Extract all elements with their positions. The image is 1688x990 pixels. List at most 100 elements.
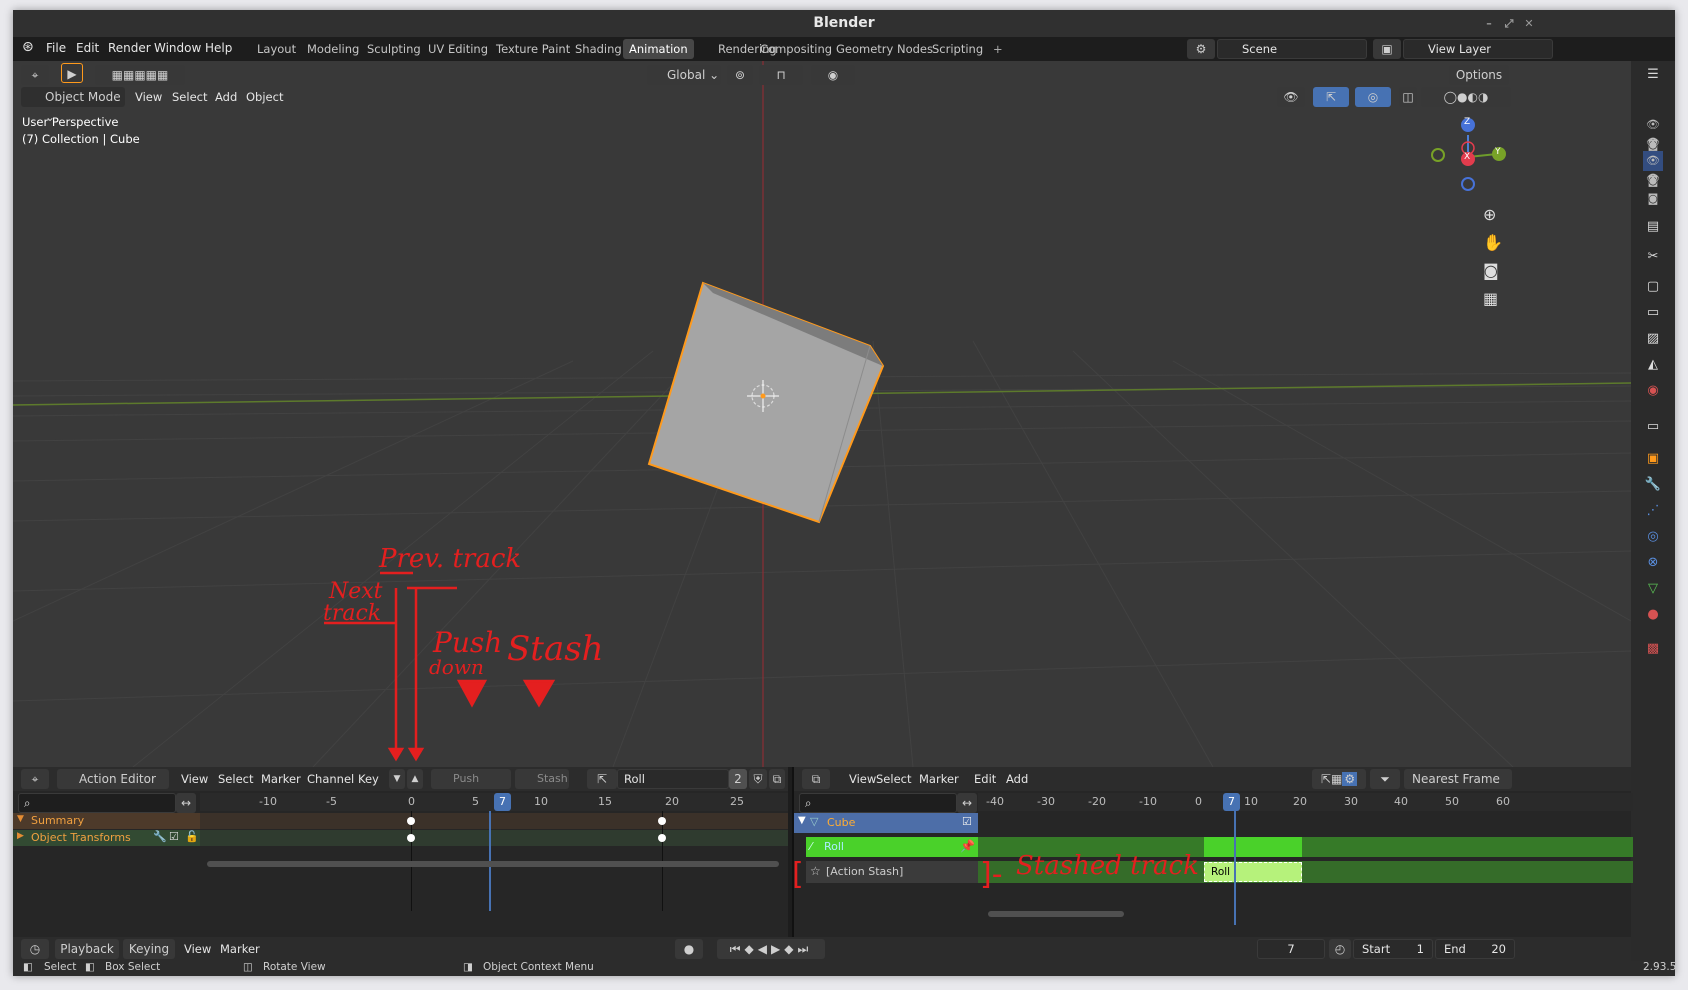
lock-icon[interactable]: 🔓: [185, 830, 199, 843]
tab-shading[interactable]: Shading: [569, 39, 628, 59]
transforms-track[interactable]: [200, 830, 788, 846]
tab-geometry-nodes[interactable]: Geometry Nodes: [830, 39, 939, 59]
eye-camera-row-1[interactable]: 👁◙: [1643, 115, 1663, 151]
wrench-icon[interactable]: 🔧: [153, 830, 167, 843]
snap-icon[interactable]: ⊓: [759, 65, 803, 85]
nla-filter-icon[interactable]: ↔: [957, 793, 977, 813]
ae-menu-marker[interactable]: Marker: [261, 772, 301, 786]
action-browse-icon[interactable]: ⇱: [587, 769, 617, 789]
scene-selector-icon[interactable]: ⚙: [1187, 39, 1215, 59]
nla-menu-view[interactable]: View: [849, 772, 876, 786]
end-frame-field[interactable]: End 20: [1435, 939, 1515, 959]
next-layer-button[interactable]: ▼: [389, 769, 405, 789]
modifier-properties-icon[interactable]: 🔧: [1643, 475, 1663, 495]
keyframe-summary-1[interactable]: [407, 817, 415, 825]
ae-current-frame[interactable]: 7: [494, 793, 511, 811]
checkbox-icon[interactable]: ☑: [169, 830, 179, 843]
ae-scrollbar[interactable]: [207, 861, 779, 867]
eye-camera-row-3[interactable]: 👁◙: [1643, 151, 1663, 187]
select-mode-icons[interactable]: ▦▦▦▦▦: [95, 65, 185, 85]
shading-mode-icons[interactable]: ◯●◐◑: [1421, 87, 1511, 107]
perspective-grid-icon[interactable]: ▦: [1483, 289, 1498, 308]
tab-modeling[interactable]: Modeling: [301, 39, 365, 59]
pivot-icon[interactable]: ⊚: [727, 65, 753, 85]
texture-properties-icon[interactable]: ▩: [1643, 639, 1663, 659]
maximize-icon[interactable]: ⤢: [1499, 10, 1519, 37]
particles-properties-icon[interactable]: ⋰: [1643, 501, 1663, 521]
push-down-button[interactable]: Push Down: [431, 769, 511, 805]
physics-properties-icon[interactable]: ◎: [1643, 527, 1663, 547]
tab-texture-paint[interactable]: Texture Paint: [490, 39, 576, 59]
gizmo-y-label[interactable]: Y: [1495, 147, 1501, 157]
tab-layout[interactable]: Layout: [251, 39, 302, 59]
gizmo-toggle-icon[interactable]: ⇱: [1313, 87, 1349, 107]
prev-layer-button[interactable]: ▲: [407, 769, 423, 789]
keyframe-transforms-2[interactable]: [658, 834, 666, 842]
clock-icon[interactable]: ◴: [1329, 939, 1351, 959]
nla-object-cube[interactable]: ▼ ▽ Cube ☑: [794, 813, 978, 833]
blender-logo-icon[interactable]: ⊛: [22, 39, 34, 55]
channel-object-transforms[interactable]: ▶ Object Transforms 🔧 ☑ 🔓: [13, 830, 200, 846]
scene-properties-icon[interactable]: ◭: [1643, 355, 1663, 375]
collapse-icon[interactable]: ▼: [17, 814, 24, 824]
roll-action-range[interactable]: [1204, 837, 1302, 857]
xray-icon[interactable]: ◫: [1399, 87, 1417, 107]
nla-current-frame[interactable]: 7: [1223, 793, 1240, 811]
properties-type-icon[interactable]: ▤: [1643, 217, 1663, 237]
camera-icon[interactable]: ◙: [1483, 261, 1499, 280]
overlay-toggle-icon[interactable]: ◎: [1355, 87, 1391, 107]
ae-menu-view[interactable]: View: [181, 772, 208, 786]
mode-selector[interactable]: Object Mode ⌄: [21, 87, 125, 124]
timeline-menu-view[interactable]: View: [184, 942, 211, 956]
nla-stash-track[interactable]: ☆ [Action Stash]: [806, 861, 978, 883]
tab-compositing[interactable]: Compositing: [754, 39, 838, 59]
keyframe-summary-2[interactable]: [658, 817, 666, 825]
data-properties-icon[interactable]: ▽: [1643, 579, 1663, 599]
view-layer-icon[interactable]: ▣: [1373, 39, 1401, 59]
view-layer-field[interactable]: View Layer: [1403, 39, 1553, 59]
current-frame-field[interactable]: 7: [1257, 939, 1325, 959]
keyframe-transforms-1[interactable]: [407, 834, 415, 842]
ae-menu-select[interactable]: Select: [218, 772, 253, 786]
ae-ruler[interactable]: -10 -5 0 5 7 10 15 20 25: [200, 793, 788, 811]
menu-edit[interactable]: Edit: [76, 41, 99, 55]
auto-keying-icon[interactable]: ●: [675, 939, 703, 959]
collection-properties-icon[interactable]: ▭: [1643, 417, 1663, 437]
star-icon[interactable]: ☆: [810, 864, 821, 878]
menu-help[interactable]: Help: [205, 41, 232, 55]
ae-filter-icon[interactable]: ↔: [176, 793, 196, 813]
pin-icon[interactable]: 📌: [960, 839, 975, 853]
timeline-type-icon[interactable]: ◷: [21, 939, 49, 959]
action-user-count[interactable]: 2: [729, 769, 747, 789]
object-properties-icon[interactable]: ▣: [1643, 449, 1663, 469]
output-properties-icon[interactable]: ▭: [1643, 303, 1663, 323]
menu-window[interactable]: Window: [154, 41, 201, 55]
action-name-field[interactable]: Roll: [617, 769, 729, 789]
eye-camera-row-4[interactable]: 👁◙: [1643, 169, 1663, 205]
render-properties-icon[interactable]: ▢: [1643, 277, 1663, 297]
minimize-icon[interactable]: –: [1479, 10, 1499, 37]
nla-funnel-icon[interactable]: ⏷: [1370, 769, 1400, 789]
expand-icon[interactable]: ▶: [17, 831, 24, 841]
eye-camera-row-2[interactable]: 👁◙: [1643, 133, 1663, 169]
nla-filter-icons[interactable]: ⇱▦ ⚙: [1312, 769, 1366, 789]
menu-render[interactable]: Render: [108, 41, 151, 55]
hand-pan-icon[interactable]: ✋: [1483, 233, 1503, 252]
gizmo-z-label[interactable]: Z: [1464, 117, 1470, 127]
transform-orientation[interactable]: Global ⌄: [647, 65, 721, 85]
select-tool-icon[interactable]: ▶: [61, 63, 83, 83]
editor-type-icon[interactable]: ⌖: [21, 65, 49, 85]
nla-menu-select[interactable]: Select: [876, 772, 911, 786]
checkbox-icon[interactable]: ☑: [962, 815, 972, 828]
viewport-menu-select[interactable]: Select: [172, 90, 207, 104]
nla-menu-edit[interactable]: Edit: [974, 772, 996, 786]
nla-menu-marker[interactable]: Marker: [919, 772, 959, 786]
nla-menu-add[interactable]: Add: [1006, 772, 1028, 786]
viewport-menu-view[interactable]: View: [135, 90, 162, 104]
dopesheet-type-icon[interactable]: ⌖: [21, 769, 49, 789]
nla-type-icon[interactable]: ⧉: [802, 769, 830, 789]
viewport-menu-object[interactable]: Object: [246, 90, 283, 104]
action-editor[interactable]: ⌖ Action Editor ⌄ View Select Marker Cha…: [13, 767, 788, 937]
visibility-icon[interactable]: 👁: [1277, 87, 1305, 107]
collapse-icon[interactable]: ▼: [798, 815, 806, 826]
